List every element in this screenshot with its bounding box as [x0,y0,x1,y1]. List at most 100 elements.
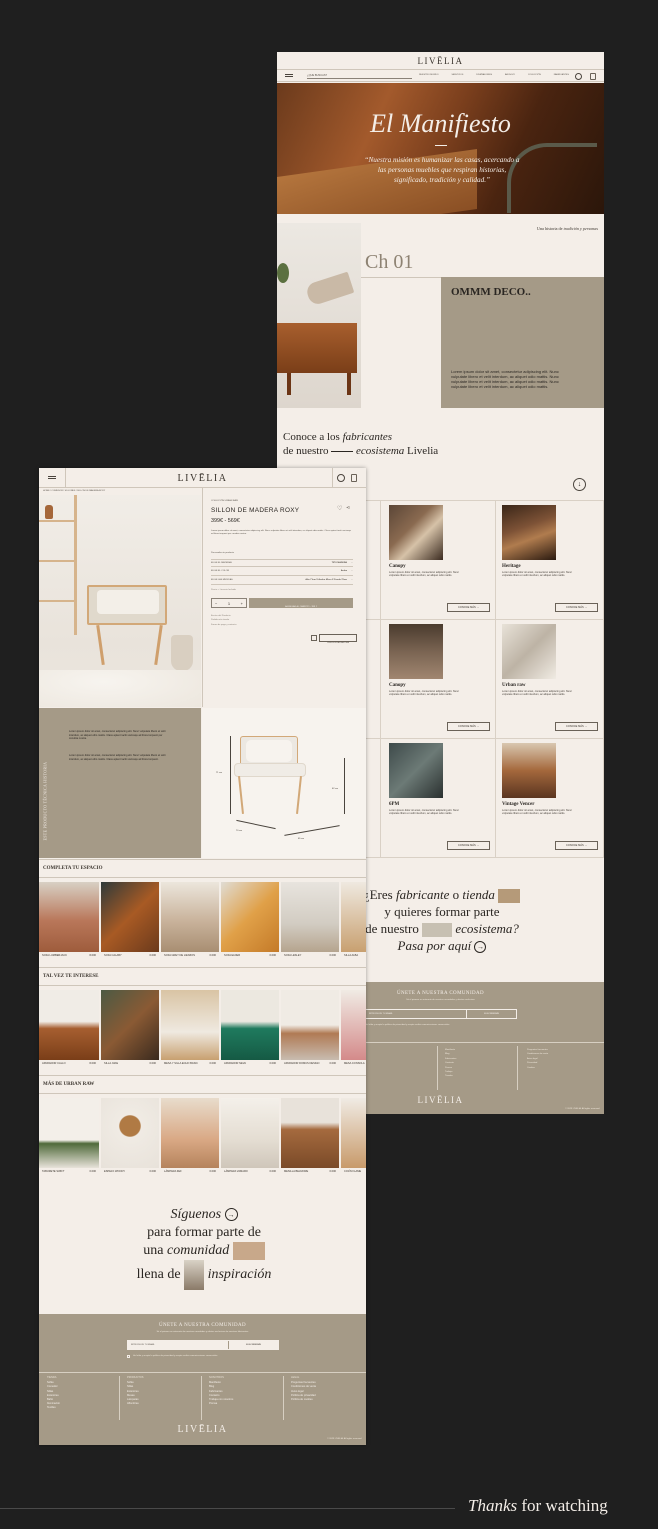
footer-divider [39,1372,366,1373]
consent-text: He leído y acepto la política de privaci… [133,1355,218,1357]
user-icon[interactable] [337,474,345,482]
product-link[interactable]: Forma de pago y contacto [211,623,236,627]
footer-link[interactable]: Prensa [209,1402,233,1406]
product-card[interactable]: SILLA ALBA [341,882,366,962]
option-value: Amba [340,570,347,572]
section-title: TAL VEZ TE INTERESE [43,974,99,979]
join-link[interactable]: Pasa por aquí → [337,937,547,954]
email-input[interactable]: INTRODUCE TU EMAIL [128,1341,228,1349]
nav-divider [277,69,604,70]
nav-item[interactable]: DISEÑADORES [476,74,492,80]
chevron-down-icon: ⌄ [351,570,353,572]
dimensions-diagram: 71 cm 62 cm 70 cm 65 cm [202,708,366,858]
maker-name: Heritage [502,564,521,569]
maker-text: Lorem ipsum dolor sit amet, consectetur … [502,809,572,816]
product-card[interactable]: MESILLA BELMORE 0.000 [281,1098,339,1178]
cart-icon[interactable] [351,474,357,482]
product-card[interactable]: COJÍN FLAME [341,1098,366,1178]
footer-mini-links: Preguntas frecuentes Condiciones de venta… [527,1049,549,1069]
breadcrumb[interactable]: HOME / COMEDOR / SILLONES / SILLON DE MA… [43,490,105,493]
maker-cta-button[interactable]: CONOCE MÁS → [447,722,490,731]
footer-link[interactable]: Condiciones de venta [291,1385,316,1389]
footer-col-sep [437,1046,438,1090]
product-card[interactable]: MESA CONSOLA [341,990,366,1070]
hero-title: El Manifiesto [370,109,511,138]
product-card[interactable]: APARADOR NEVA 0.000 [221,990,279,1070]
chevron-down-icon: ⌄ [351,579,353,581]
option-row[interactable]: ELIGE LAS MEDIDAS Alto 71cm X Ancho 65cm… [211,577,353,585]
maker-cta-button[interactable]: CONOCE MÁS → [555,841,598,850]
consent-checkbox[interactable] [127,1355,130,1358]
footer-link[interactable]: Alfombras [127,1402,144,1406]
subscribe-button[interactable]: SUSCRIBIRME [466,1010,516,1018]
add-to-cart-button[interactable]: AGREGAR AL CARRITO - 399 € [249,598,353,608]
nav-item[interactable]: NUESTRO MUNDO [419,74,439,80]
maker-cta-button[interactable]: CONOCE MÁS → [555,722,598,731]
newsletter-title: ÚNETE A NUESTRA COMUNIDAD [158,1323,247,1328]
story-box-text: Lorem ipsum dolor sit amet, consectetur … [451,369,559,389]
option-label: ELIGE EL MATERIAL [211,562,233,564]
cart-icon[interactable] [590,73,596,80]
user-icon[interactable] [575,73,582,80]
option-row[interactable]: ELIGE EL MATERIAL TIPO MADERA ⌄ [211,559,353,567]
nav-item[interactable]: SERVICIOS [451,74,463,80]
share-icon[interactable]: ⋖ [346,505,350,511]
nav-item[interactable]: ARCHIVO [505,74,515,80]
maker-image [389,624,443,679]
maker-name: Canopy [389,564,406,569]
product-card[interactable]: MESA Y SILLA ECHO BASIC 0.000 [161,990,219,1070]
search-input[interactable]: ¿QUE BUSCAS? [307,74,412,79]
nav-item[interactable]: COLECCIÓN [528,74,541,80]
brand-logo[interactable]: LIVĒLIA [39,473,366,484]
quantity-stepper[interactable]: − 1 + [211,598,247,608]
story-image [277,223,361,408]
footer-link[interactable]: Política de cookies [291,1398,316,1402]
hero-image: El Manifiesto “Nuestra misión es humaniz… [277,83,604,214]
story-box: OMMM DECO.. Lorem ipsum dolor sit amet, … [441,277,604,408]
main-nav: NUESTRO MUNDO SERVICIOS DISEÑADORES ARCH… [419,74,569,80]
chat-icon[interactable] [311,635,317,641]
wishlist-icon[interactable]: ♡ [337,505,342,512]
makers-heading: Conoce a los fabricantes de nuestro ecos… [283,431,439,457]
menu-icon[interactable] [283,72,295,80]
product-desc: Lorem ipsum dolor sit amet, consectetur … [211,530,351,535]
product-card[interactable]: TABURETE SWIFT 0.000 [39,1098,99,1178]
maker-cta-button[interactable]: CONOCE MÁS → [555,603,598,612]
tech-vertical-label: ESTE PRODUCTO TÉCNICA HISTORIA [42,761,48,841]
product-card[interactable]: SOFA CALABY 0.000 [101,882,159,962]
scroll-down-icon[interactable]: ↓ [573,478,586,491]
product-card[interactable]: SOFA LUMBERJACK €.000 [39,882,99,962]
social-link[interactable]: Síguenos → [109,1206,299,1224]
maker-cta-button[interactable]: CONOCE MÁS → [447,603,490,612]
product-row: SOFA LUMBERJACK €.000 SOFA CALABY 0.000 SO… [39,882,366,962]
brand-logo[interactable]: LIVĒLIA [277,56,604,66]
product-card[interactable]: LÁMPARA VAMARO 0.000 [221,1098,279,1178]
maker-text: Lorem ipsum dolor sit amet, consectetur … [389,690,459,697]
product-card[interactable]: SILLA JAKE 0.000 [101,990,159,1070]
footer-copyright: © 2023 LIVELIA. All rights reserved. [565,1108,600,1110]
newsletter-sub: Sé el primero en enterarte de nuestras n… [156,1331,249,1333]
footer-copyright: © 2023 LIVELIA. All rights reserved. [327,1438,362,1440]
nav-item[interactable]: FABRICANTES [554,74,569,80]
product-card[interactable]: APARADOR CALLO €.000 [39,990,99,1070]
maker-image [502,624,556,679]
email-input[interactable]: INTRODUCE TU EMAIL [366,1010,466,1018]
maker-image [502,743,556,798]
ask-now-button[interactable]: PREGUNTAR AHORA [319,634,357,644]
product-card[interactable]: LÁMPARA ZEF 0.000 [161,1098,219,1178]
plus-icon[interactable]: + [241,601,243,606]
product-card[interactable]: SOFA GREY DE LIENZOS 0.000 [161,882,219,962]
product-card[interactable]: APARADOR DOMUS DESIGN 0.000 [281,990,339,1070]
product-card[interactable]: SOFA LESLEY 0.000 [281,882,339,962]
option-row[interactable]: ELIGE EL COLOR Amba ⌄ [211,568,353,576]
product-card[interactable]: ESPEJO WOODY 0.000 [101,1098,159,1178]
section-title: COMPLETA TU ESPACIO [43,866,103,871]
subscribe-button[interactable]: SUSCRIBIRME [228,1341,278,1349]
product-page: LIVĒLIA HOME / COMEDOR / SILLONES / SILL… [39,468,366,1445]
section-title: MÁS DE URBAN RAW [43,1082,95,1087]
footer-link[interactable]: Textiles [47,1406,60,1410]
maker-image [389,505,443,560]
minus-icon[interactable]: − [215,601,217,606]
product-card[interactable]: SOFA ELDER 0.000 [221,882,279,962]
maker-cta-button[interactable]: CONOCE MÁS → [447,841,490,850]
